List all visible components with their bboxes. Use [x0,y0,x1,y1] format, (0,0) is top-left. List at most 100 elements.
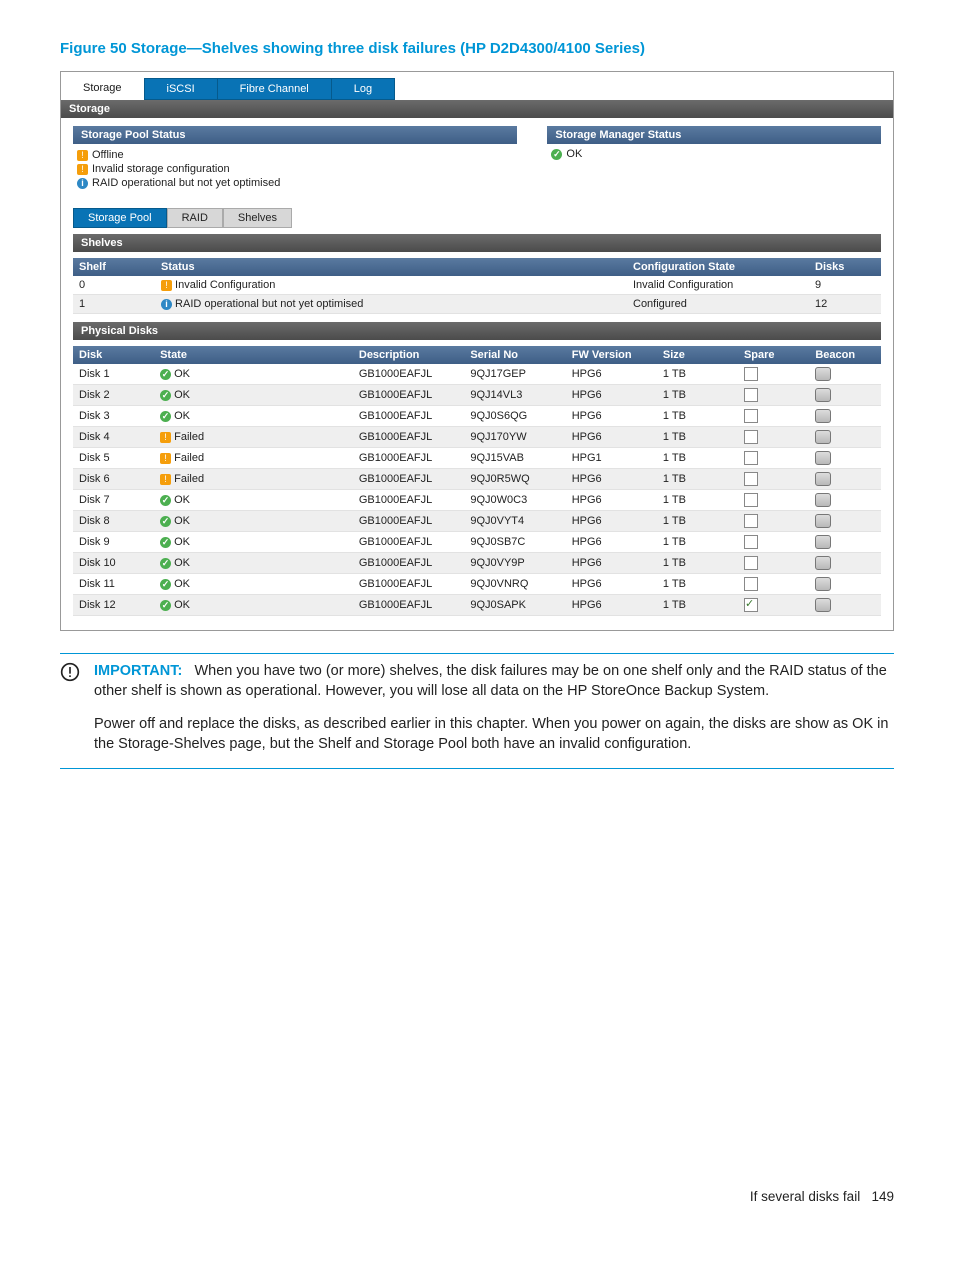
beacon-button[interactable] [815,535,831,549]
spare-checkbox[interactable] [744,367,758,381]
cell-spare [738,364,809,385]
beacon-button[interactable] [815,409,831,423]
beacon-button[interactable] [815,472,831,486]
cell-disks: 12 [809,295,881,314]
cell-beacon [809,511,881,532]
cell-spare [738,574,809,595]
spare-checkbox[interactable] [744,514,758,528]
subtab-shelves[interactable]: Shelves [223,208,292,228]
spare-checkbox[interactable] [744,388,758,402]
spare-checkbox[interactable] [744,451,758,465]
cell-size: 1 TB [657,385,738,406]
spare-checkbox[interactable] [744,430,758,444]
table-row[interactable]: Disk 6! FailedGB1000EAFJL9QJ0R5WQHPG61 T… [73,469,881,490]
table-row[interactable]: Disk 5! FailedGB1000EAFJL9QJ15VABHPG11 T… [73,448,881,469]
beacon-button[interactable] [815,577,831,591]
beacon-button[interactable] [815,514,831,528]
subtab-storage-pool[interactable]: Storage Pool [73,208,167,228]
page-footer: If several disks fail 149 [60,1189,894,1204]
cell-fw: HPG6 [566,364,657,385]
table-row[interactable]: Disk 1✓ OKGB1000EAFJL9QJ17GEPHPG61 TB [73,364,881,385]
cell-desc: GB1000EAFJL [353,364,464,385]
beacon-button[interactable] [815,493,831,507]
cell-serial: 9QJ0SAPK [464,595,565,616]
table-row[interactable]: Disk 7✓ OKGB1000EAFJL9QJ0W0C3HPG61 TB [73,490,881,511]
cell-size: 1 TB [657,574,738,595]
cell-spare [738,490,809,511]
beacon-button[interactable] [815,556,831,570]
ok-icon: ✓ [160,537,171,548]
beacon-button[interactable] [815,451,831,465]
spare-checkbox[interactable] [744,556,758,570]
beacon-button[interactable] [815,388,831,402]
ok-icon: ✓ [160,558,171,569]
table-row[interactable]: Disk 4! FailedGB1000EAFJL9QJ170YWHPG61 T… [73,427,881,448]
table-row[interactable]: Disk 10✓ OKGB1000EAFJL9QJ0VY9PHPG61 TB [73,553,881,574]
cell-status: i RAID operational but not yet optimised [155,295,627,314]
cell-serial: 9QJ0VNRQ [464,574,565,595]
spare-checkbox[interactable] [744,577,758,591]
col-disks: Disks [809,258,881,276]
spare-checkbox[interactable] [744,472,758,486]
cell-size: 1 TB [657,490,738,511]
table-row[interactable]: Disk 8✓ OKGB1000EAFJL9QJ0VYT4HPG61 TB [73,511,881,532]
warning-icon: ! [77,164,88,175]
cell-serial: 9QJ0SB7C [464,532,565,553]
table-row[interactable]: Disk 2✓ OKGB1000EAFJL9QJ14VL3HPG61 TB [73,385,881,406]
cell-spare [738,469,809,490]
info-icon: i [77,178,88,189]
cell-disk: Disk 5 [73,448,154,469]
cell-status: ! Invalid Configuration [155,276,627,295]
spare-checkbox[interactable] [744,535,758,549]
spare-checkbox[interactable] [744,598,758,612]
cell-size: 1 TB [657,364,738,385]
col-beacon: Beacon [809,346,881,364]
cell-beacon [809,427,881,448]
cell-beacon [809,406,881,427]
ok-icon: ✓ [160,495,171,506]
cell-desc: GB1000EAFJL [353,406,464,427]
beacon-button[interactable] [815,430,831,444]
cell-fw: HPG6 [566,511,657,532]
table-row[interactable]: Disk 9✓ OKGB1000EAFJL9QJ0SB7CHPG61 TB [73,532,881,553]
status-row: iRAID operational but not yet optimised [77,176,513,190]
cell-desc: GB1000EAFJL [353,595,464,616]
table-row[interactable]: Disk 12✓ OKGB1000EAFJL9QJ0SAPKHPG61 TB [73,595,881,616]
tab-iscsi[interactable]: iSCSI [144,78,218,100]
tab-storage[interactable]: Storage [61,78,144,100]
tab-fibre-channel[interactable]: Fibre Channel [218,78,332,100]
ok-icon: ✓ [551,149,562,160]
storage-mgr-status-title: Storage Manager Status [547,126,881,144]
beacon-button[interactable] [815,598,831,612]
cell-fw: HPG6 [566,406,657,427]
cell-state: ! Failed [154,448,353,469]
table-row[interactable]: 1i RAID operational but not yet optimise… [73,295,881,314]
important-note: IMPORTANT: When you have two (or more) s… [94,662,894,701]
cell-desc: GB1000EAFJL [353,553,464,574]
table-row[interactable]: Disk 3✓ OKGB1000EAFJL9QJ0S6QGHPG61 TB [73,406,881,427]
ok-icon: ✓ [160,390,171,401]
cell-beacon [809,385,881,406]
warning-icon: ! [161,280,172,291]
table-row[interactable]: Disk 11✓ OKGB1000EAFJL9QJ0VNRQHPG61 TB [73,574,881,595]
cell-size: 1 TB [657,469,738,490]
tab-log[interactable]: Log [332,78,395,100]
cell-spare [738,406,809,427]
important-text: When you have two (or more) shelves, the… [94,663,887,699]
beacon-button[interactable] [815,367,831,381]
footer-page: 149 [871,1189,894,1204]
figure-title: Figure 50 Storage—Shelves showing three … [60,40,894,57]
col-spare: Spare [738,346,809,364]
cell-fw: HPG6 [566,490,657,511]
important-icon [60,662,82,701]
ok-icon: ✓ [160,369,171,380]
spare-checkbox[interactable] [744,409,758,423]
spare-checkbox[interactable] [744,493,758,507]
cell-disk: Disk 12 [73,595,154,616]
table-row[interactable]: 0! Invalid ConfigurationInvalid Configur… [73,276,881,295]
cell-desc: GB1000EAFJL [353,511,464,532]
cell-spare [738,448,809,469]
panel-title-bar: Storage [61,100,893,118]
subtab-raid[interactable]: RAID [167,208,223,228]
ok-icon: ✓ [160,600,171,611]
